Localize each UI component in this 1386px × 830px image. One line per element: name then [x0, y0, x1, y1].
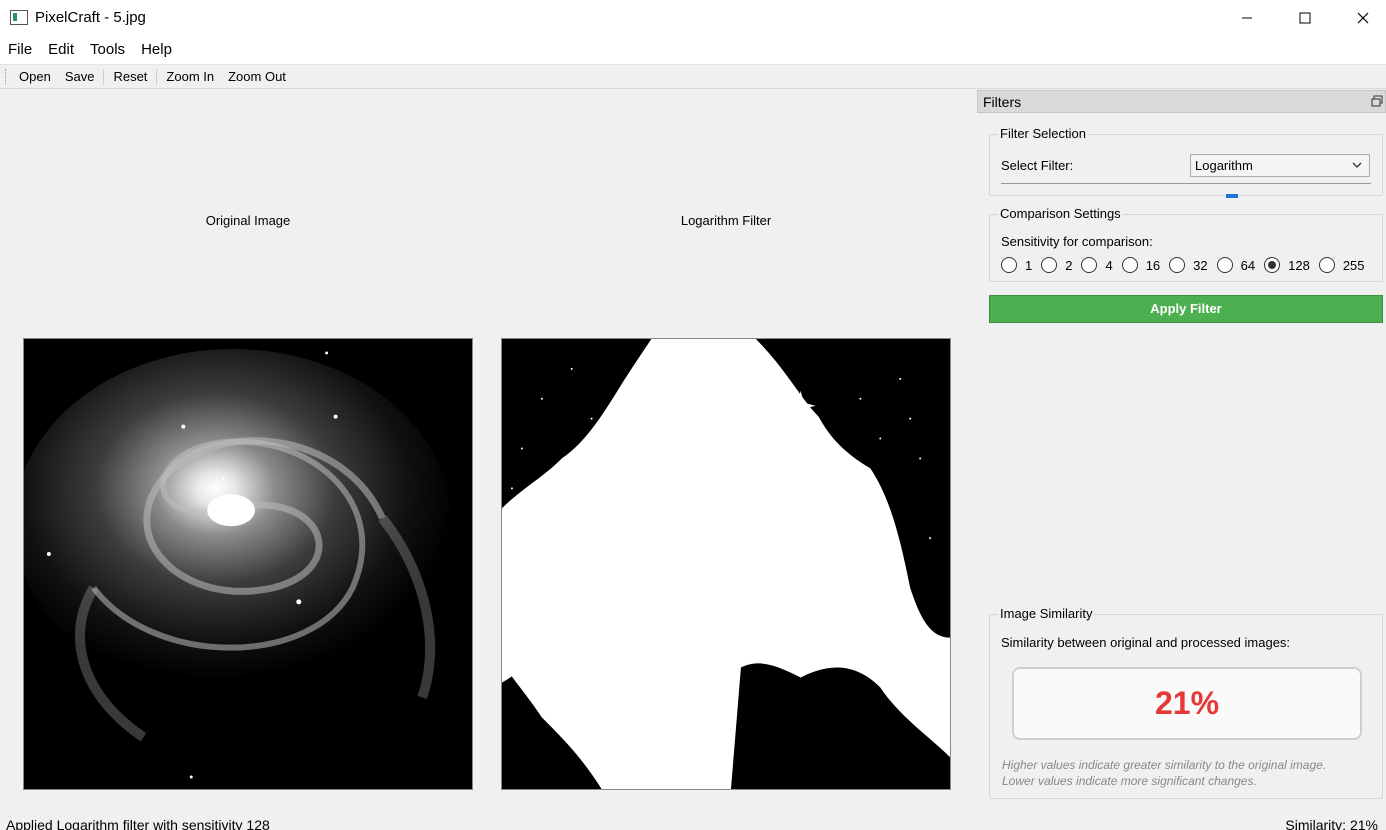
radio-circle	[1121, 257, 1138, 273]
original-image-label: Original Image	[205, 213, 291, 228]
app-icon	[10, 10, 28, 25]
processed-image	[501, 338, 951, 790]
close-icon	[1357, 12, 1369, 24]
dock-title-text: Filters	[983, 94, 1022, 110]
minimize-button[interactable]	[1218, 0, 1276, 36]
status-bar: Applied Logarithm filter with sensitivit…	[0, 810, 1386, 830]
reset-button[interactable]: Reset	[106, 66, 154, 88]
processed-image-label: Logarithm Filter	[680, 213, 772, 228]
sensitivity-radio-1[interactable]: 1	[1001, 257, 1032, 273]
similarity-note-high: Higher values indicate greater similarit…	[1002, 758, 1327, 772]
maximize-button[interactable]	[1276, 0, 1334, 36]
radio-circle	[1001, 257, 1017, 273]
radio-label: 2	[1065, 257, 1073, 273]
select-filter-label: Select Filter:	[1001, 158, 1074, 173]
radio-circle	[1081, 257, 1098, 273]
sensitivity-radio-128[interactable]: 128	[1264, 257, 1310, 273]
original-image	[23, 338, 473, 790]
radio-circle	[1318, 257, 1335, 273]
sensitivity-radio-4[interactable]: 4	[1081, 257, 1113, 273]
minimize-icon	[1242, 17, 1252, 19]
filter-dropdown[interactable]: Logarithm	[1190, 154, 1370, 177]
similarity-label: Similarity between original and processe…	[1001, 635, 1291, 650]
sensitivity-radio-2[interactable]: 2	[1041, 257, 1072, 273]
sensitivity-radio-group: 1 2 4 16 32 64 128 255	[1001, 257, 1374, 273]
toolbar-separator	[103, 68, 105, 85]
filter-selection-title: Filter Selection	[998, 126, 1088, 141]
dock-title: Filters	[977, 90, 1386, 113]
radio-label: 1	[1025, 257, 1033, 273]
toolbar: Open Save Reset Zoom In Zoom Out	[0, 64, 1386, 89]
sensitivity-radio-255[interactable]: 255	[1318, 257, 1365, 273]
similarity-note-low: Lower values indicate more significant c…	[1002, 774, 1257, 788]
zoom-in-button[interactable]: Zoom In	[159, 66, 221, 88]
radio-circle-checked	[1264, 257, 1281, 273]
sensitivity-radio-32[interactable]: 32	[1169, 257, 1208, 273]
radio-label: 32	[1193, 257, 1208, 273]
comparison-settings-title: Comparison Settings	[998, 206, 1123, 221]
close-button[interactable]	[1334, 0, 1386, 36]
status-message: Applied Logarithm filter with sensitivit…	[6, 817, 270, 830]
open-button[interactable]: Open	[12, 66, 58, 88]
filter-dropdown-value: Logarithm	[1195, 158, 1253, 173]
radio-label: 64	[1240, 257, 1256, 273]
window-title: PixelCraft - 5.jpg	[35, 9, 146, 26]
radio-label: 16	[1145, 257, 1161, 273]
toolbar-separator	[156, 68, 158, 85]
sensitivity-label: Sensitivity for comparison:	[1001, 234, 1153, 249]
radio-circle	[1216, 257, 1233, 273]
chevron-down-icon	[1352, 162, 1362, 168]
sensitivity-radio-16[interactable]: 16	[1121, 257, 1161, 273]
selection-divider	[1001, 183, 1371, 184]
similarity-value-display: 21%	[1012, 667, 1362, 740]
save-button[interactable]: Save	[58, 66, 102, 88]
radio-circle	[1169, 257, 1186, 273]
radio-label: 128	[1288, 257, 1310, 273]
filters-dock: Filters Filter Selection Select Filter: …	[977, 90, 1386, 810]
sensitivity-radio-64[interactable]: 64	[1216, 257, 1256, 273]
image-similarity-group: Image Similarity Similarity between orig…	[989, 606, 1383, 799]
title-bar: PixelCraft - 5.jpg	[0, 0, 1386, 36]
menu-file[interactable]: File	[0, 36, 40, 64]
menu-edit[interactable]: Edit	[40, 36, 82, 64]
status-similarity: Similarity: 21%	[1285, 817, 1378, 830]
menu-tools[interactable]: Tools	[82, 36, 133, 64]
radio-label: 255	[1342, 257, 1365, 273]
similarity-value: 21%	[1154, 685, 1220, 721]
tab-indicator	[1226, 194, 1238, 198]
radio-circle	[1041, 257, 1058, 273]
menu-bar: File Edit Tools Help	[0, 36, 1386, 64]
image-similarity-title: Image Similarity	[998, 606, 1095, 621]
radio-label: 4	[1105, 257, 1113, 273]
menu-help[interactable]: Help	[133, 36, 180, 64]
float-icon[interactable]	[1371, 95, 1383, 107]
maximize-icon	[1299, 12, 1311, 24]
apply-filter-button[interactable]: Apply Filter	[989, 295, 1383, 323]
zoom-out-button[interactable]: Zoom Out	[221, 66, 293, 88]
toolbar-grip[interactable]	[5, 69, 7, 85]
